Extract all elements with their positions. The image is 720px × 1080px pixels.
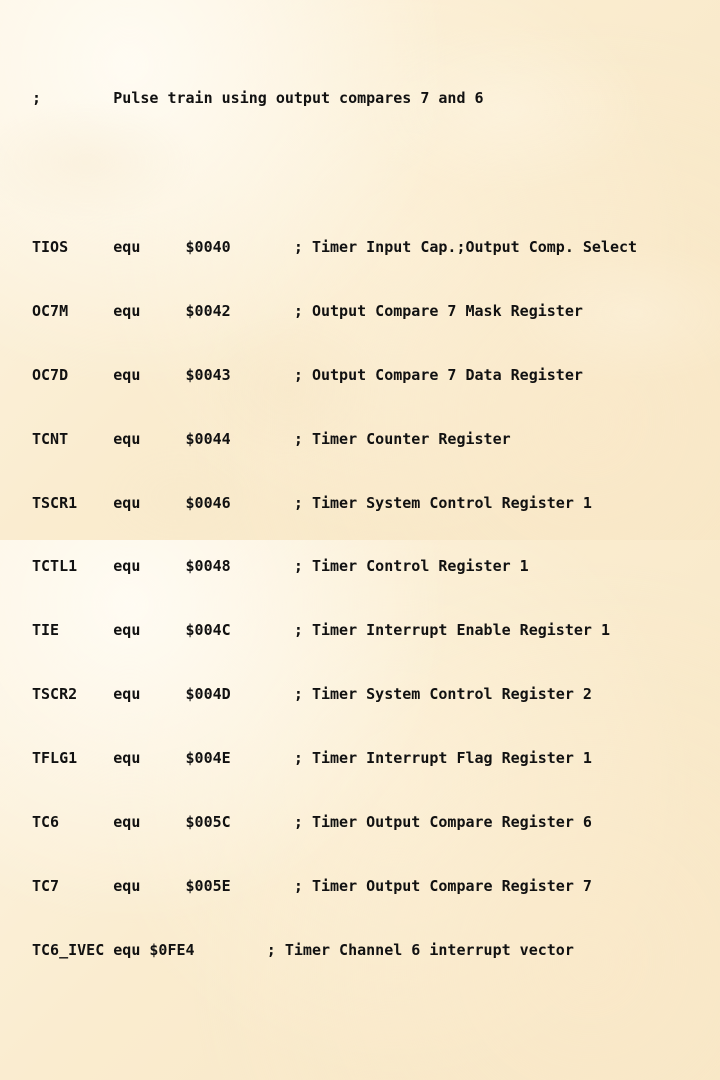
code-line-tflg1: TFLG1 equ $004E ; Timer Interrupt Flag R… <box>32 749 592 768</box>
code-line-tios: TIOS equ $0040 ; Timer Input Cap.;Output… <box>32 237 638 256</box>
assembly-code-listing: ; Pulse train using output compares 7 an… <box>32 24 704 1080</box>
code-line-tie: TIE equ $004C ; Timer Interrupt Enable R… <box>32 621 610 640</box>
code-line-blank-1 <box>32 152 704 173</box>
code-line-oc7m: OC7M equ $0042 ; Output Compare 7 Mask R… <box>32 301 583 320</box>
code-line-tcnt: TCNT equ $0044 ; Timer Counter Register <box>32 429 511 448</box>
code-line-tc6-ivec: TC6_IVEC equ $0FE4 ; Timer Channel 6 int… <box>32 940 574 959</box>
code-line-blank-2 <box>32 1025 704 1046</box>
code-line-tctl1: TCTL1 equ $0048 ; Timer Control Register… <box>32 557 529 576</box>
code-line-tscr1: TSCR1 equ $0046 ; Timer System Control R… <box>32 493 592 512</box>
code-line-tscr2: TSCR2 equ $004D ; Timer System Control R… <box>32 685 592 704</box>
code-line-oc7d: OC7D equ $0043 ; Output Compare 7 Data R… <box>32 365 583 384</box>
code-line-tc7: TC7 equ $005E ; Timer Output Compare Reg… <box>32 876 592 895</box>
slide-canvas: ; Pulse train using output compares 7 an… <box>0 0 720 959</box>
code-line-title: ; Pulse train using output compares 7 an… <box>32 88 484 107</box>
code-line-tc6: TC6 equ $005C ; Timer Output Compare Reg… <box>32 812 592 831</box>
